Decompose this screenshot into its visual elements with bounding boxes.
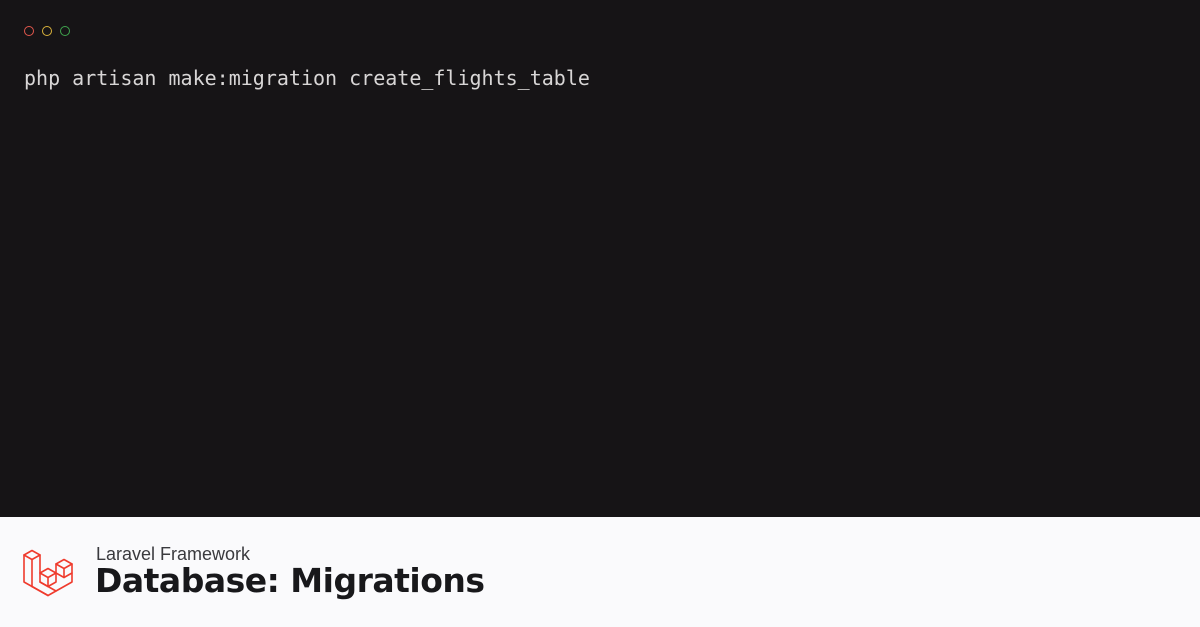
laravel-logo-icon — [23, 549, 73, 597]
close-dot-icon — [24, 26, 34, 36]
terminal-command: php artisan make:migration create_flight… — [24, 66, 590, 90]
window-controls — [24, 24, 70, 38]
maximize-dot-icon — [60, 26, 70, 36]
terminal-window: php artisan make:migration create_flight… — [0, 0, 1200, 517]
page-title: Database: Migrations — [95, 561, 485, 600]
footer-banner: Laravel Framework Database: Migrations — [0, 517, 1200, 627]
minimize-dot-icon — [42, 26, 52, 36]
